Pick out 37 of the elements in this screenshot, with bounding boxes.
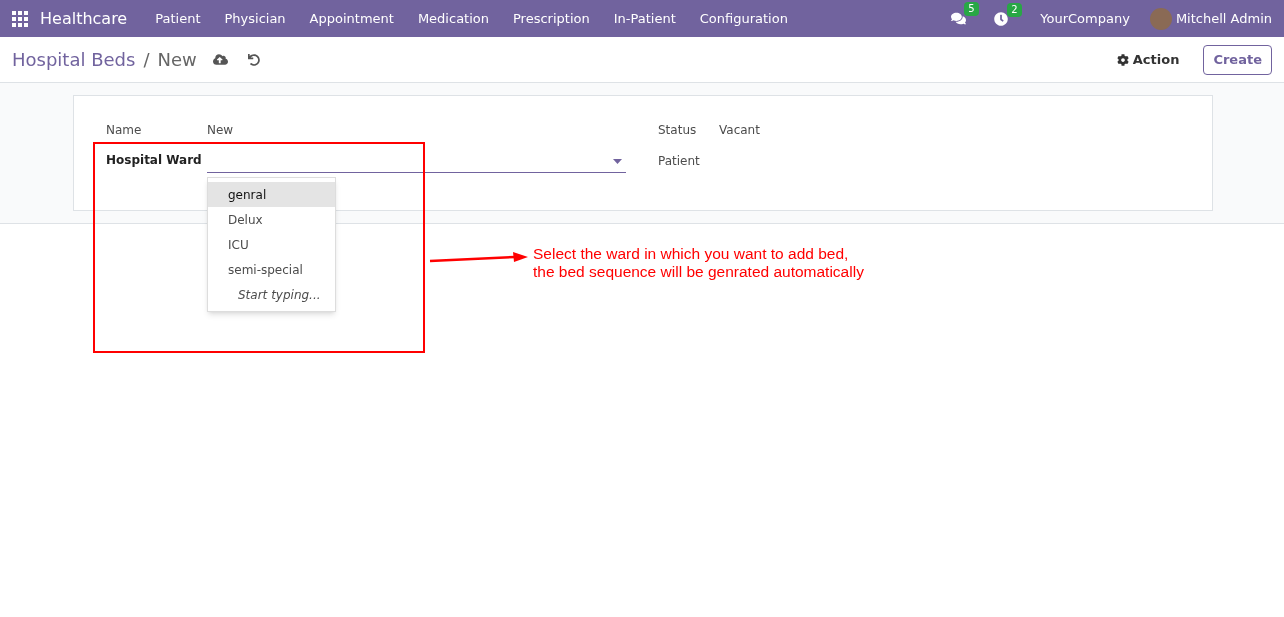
discard-icon[interactable] xyxy=(247,53,260,66)
field-value: Vacant xyxy=(719,122,760,139)
menu-item[interactable]: Prescription xyxy=(501,8,602,29)
action-button[interactable]: Action xyxy=(1116,49,1180,70)
user-name[interactable]: Mitchell Admin xyxy=(1175,8,1272,29)
count-badge: 5 xyxy=(964,2,979,16)
field-label: Name xyxy=(106,122,143,139)
breadcrumb-link[interactable]: Hospital Beds xyxy=(12,46,136,73)
company-name[interactable]: YourCompany xyxy=(1040,8,1130,29)
menu-item[interactable]: Medication xyxy=(405,8,501,29)
menu-item[interactable]: Patient xyxy=(143,8,213,29)
breadcrumb-separator: / xyxy=(143,48,150,72)
dropdown-option[interactable]: ICU xyxy=(208,232,335,257)
field-label: Patient xyxy=(658,154,700,168)
create-button[interactable]: Create xyxy=(1203,44,1272,75)
chat-icon[interactable] xyxy=(951,11,967,26)
annotation-text: the bed sequence will be genrated automatically xyxy=(533,263,864,281)
menu-item[interactable]: Physician xyxy=(212,8,298,29)
caret-icon xyxy=(613,159,622,164)
gear-icon xyxy=(1116,53,1129,66)
menu-item[interactable]: Configuration xyxy=(687,8,800,29)
field-label: Status xyxy=(658,122,698,139)
field-label: Hospital Ward xyxy=(106,152,203,169)
dropdown-option[interactable]: Delux xyxy=(208,207,335,232)
clock-icon[interactable] xyxy=(994,11,1009,26)
dropdown-option[interactable]: semi-special xyxy=(208,257,335,282)
count-badge: 2 xyxy=(1007,2,1022,17)
apps-grid-icon[interactable] xyxy=(12,10,28,27)
menu-item[interactable]: Appointment xyxy=(297,8,406,29)
annotation-text: Select the ward in which you want to add bed, xyxy=(533,245,850,263)
dropdown-option[interactable]: genral xyxy=(208,182,335,207)
start-typing-hint: Start typing... xyxy=(237,286,322,304)
app-name[interactable]: Healthcare xyxy=(40,6,128,31)
save-icon[interactable] xyxy=(212,52,228,67)
menu-item[interactable]: In-Patient xyxy=(601,8,688,29)
field-value: New xyxy=(207,122,234,139)
breadcrumb-current: New xyxy=(157,48,197,72)
